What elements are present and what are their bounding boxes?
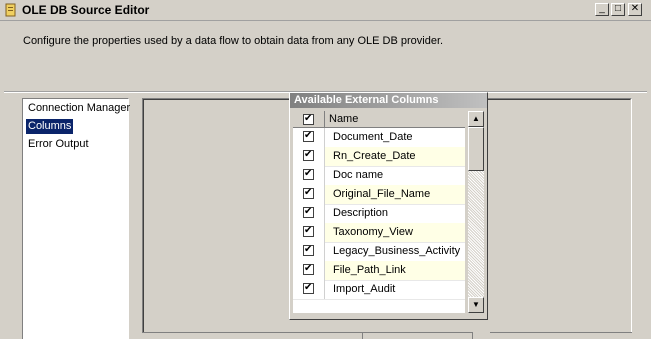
column-row[interactable]: Description (293, 204, 465, 224)
grid-scrollbar[interactable] (472, 332, 490, 339)
column-name: Document_Date (333, 131, 413, 143)
column-name: Legacy_Business_Activity (333, 245, 461, 257)
check-cell (293, 185, 325, 204)
check-cell (293, 147, 325, 166)
check-cell (293, 166, 325, 185)
column-row[interactable]: Doc name (293, 166, 465, 186)
column-name: Doc name (333, 169, 384, 181)
column-name: Rn_Create_Date (333, 150, 416, 162)
close-button[interactable]: ✕ (628, 3, 642, 16)
scroll-up-button[interactable]: ▲ (468, 111, 484, 127)
ole-db-source-editor-window: OLE DB Source Editor _ □ ✕ Configure the… (0, 0, 651, 339)
column-row[interactable]: Taxonomy_View (293, 223, 465, 243)
column-name: Import_Audit (333, 283, 396, 295)
check-cell (293, 261, 325, 280)
column-row[interactable]: Rn_Create_Date (293, 147, 465, 167)
check-cell (293, 242, 325, 261)
nav-item-columns[interactable]: Columns (26, 119, 74, 134)
scroll-thumb[interactable] (468, 127, 484, 171)
column-checkbox[interactable] (303, 130, 314, 142)
available-external-columns: Available External Columns Name Document… (289, 92, 488, 320)
scroll-down-button[interactable]: ▼ (468, 297, 484, 313)
columns-scrollbar[interactable]: ▲ ▼ (468, 111, 484, 313)
column-checkbox[interactable] (303, 187, 314, 199)
column-row[interactable]: Legacy_Business_Activity (293, 242, 465, 262)
description-text: Configure the properties used by a data … (23, 35, 444, 47)
column-row[interactable]: Original_File_Name (293, 185, 465, 205)
column-checkbox[interactable] (303, 206, 314, 218)
minimize-button[interactable]: _ (595, 3, 609, 16)
navigation-list: Connection Manager Columns Error Output (22, 98, 132, 339)
column-checkbox[interactable] (303, 149, 314, 161)
column-checkbox[interactable] (303, 244, 314, 256)
select-all-checkbox[interactable] (303, 113, 314, 125)
column-row[interactable]: Import_Audit (293, 280, 465, 300)
column-checkbox[interactable] (303, 225, 314, 237)
check-cell (293, 223, 325, 242)
column-name: Original_File_Name (333, 188, 431, 200)
columns-header: Name (293, 111, 465, 128)
columns-list: Document_Date Rn_Create_Date Doc name Or… (293, 128, 465, 313)
check-cell (293, 204, 325, 223)
title-bar[interactable]: OLE DB Source Editor _ □ ✕ (0, 0, 651, 21)
column-checkbox[interactable] (303, 282, 314, 294)
column-checkbox[interactable] (303, 263, 314, 275)
maximize-button[interactable]: □ (611, 3, 625, 16)
grid-column-divider (362, 333, 363, 339)
nav-item-error-output[interactable]: Error Output (26, 137, 91, 152)
document-icon (5, 3, 16, 17)
column-mapping-grid[interactable] (142, 332, 632, 339)
column-name: File_Path_Link (333, 264, 406, 276)
column-row[interactable]: File_Path_Link (293, 261, 465, 281)
columns-box-title: Available External Columns (290, 93, 487, 108)
nav-item-connection-manager[interactable]: Connection Manager (26, 101, 132, 116)
window-title: OLE DB Source Editor (22, 3, 150, 17)
column-row[interactable]: Document_Date (293, 128, 465, 148)
column-name: Description (333, 207, 389, 219)
check-cell (293, 280, 325, 299)
column-name: Taxonomy_View (333, 226, 413, 238)
column-checkbox[interactable] (303, 168, 314, 180)
check-cell (293, 128, 325, 147)
header-check-cell (293, 111, 325, 127)
name-column-header[interactable]: Name (329, 111, 358, 127)
